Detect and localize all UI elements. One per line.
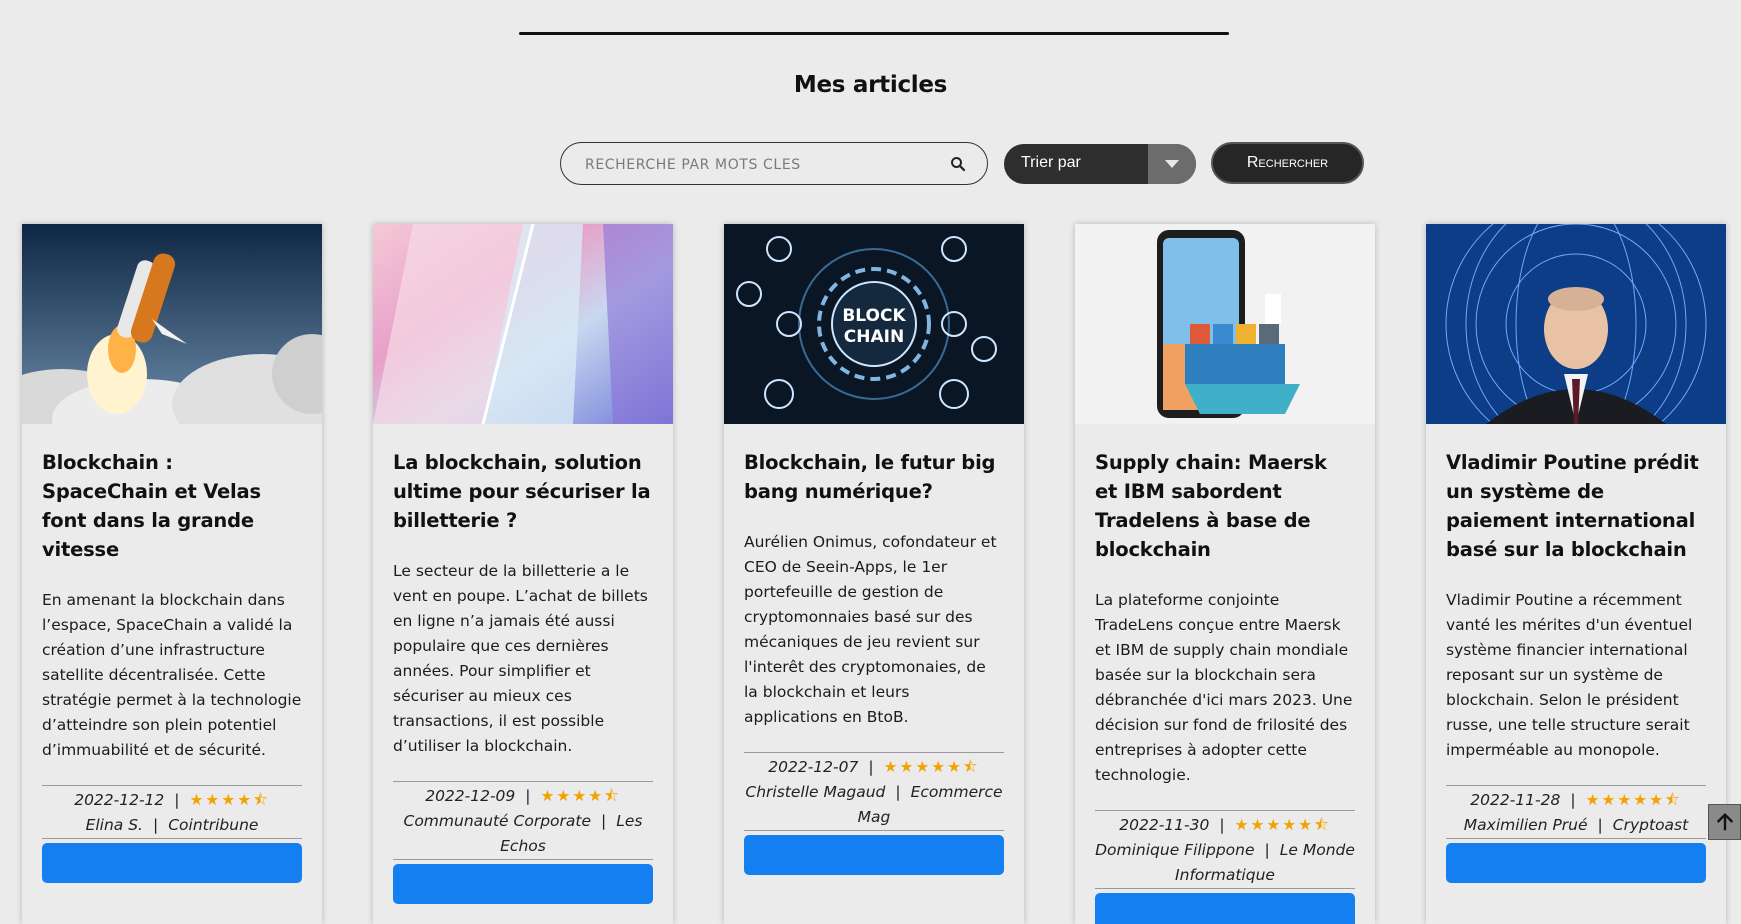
article-title[interactable]: Blockchain, le futur big bang numérique? [744,448,1004,506]
article-card[interactable]: Vladimir Poutine prédit un système de pa… [1426,224,1726,924]
rating-stars-icon: ★★★★⯪ [540,787,621,805]
search-bar: Trier par Rechercher [0,142,1741,188]
article-excerpt: En amenant la blockchain dans l’espace, … [42,591,302,759]
search-input[interactable] [583,143,927,186]
page-title: Mes articles [793,72,948,98]
read-article-button[interactable] [42,843,302,883]
scroll-to-top-button[interactable] [1708,804,1741,840]
rating-stars-icon: ★★★★★⯪ [883,758,980,776]
article-title[interactable]: Vladimir Poutine prédit un système de pa… [1446,448,1706,564]
article-card[interactable]: Supply chain: Maersk et IBM sabordent Tr… [1075,224,1375,924]
read-article-button[interactable] [393,864,653,904]
article-excerpt: La plateforme conjointe TradeLens conçue… [1095,591,1353,784]
sort-dropdown-toggle[interactable] [1148,144,1196,184]
rocket-launch-image [22,224,322,424]
read-article-button[interactable] [1446,843,1706,883]
article-meta: 2022-12-12 | ★★★★⯪ Elina S. | Cointribune [42,785,302,839]
article-excerpt: Vladimir Poutine a récemment vanté les m… [1446,591,1693,759]
sort-label: Trier par [1021,154,1081,171]
article-meta: 2022-12-09 | ★★★★⯪ Communauté Corporate | Le… [393,781,653,860]
block-chain-image: BLOCK CHAIN [724,224,1024,424]
article-meta: 2022-12-07 | ★★★★★⯪ Christelle Magaud | Ecom… [744,752,1004,831]
read-article-button[interactable] [1095,893,1355,924]
article-author: Communauté Corporate [403,812,592,830]
read-article-button[interactable] [744,835,1004,875]
article-date: 2022-12-09 [425,787,516,805]
article-date: 2022-11-30 [1119,816,1210,834]
article-card[interactable]: BLOCK CHAIN Blockchain, le futur big ban… [724,224,1024,924]
rating-stars-icon: ★★★★★⯪ [1585,791,1682,809]
article-date: 2022-11-28 [1470,791,1561,809]
rating-stars-icon: ★★★★★⯪ [1234,816,1331,834]
sort-select[interactable]: Trier par [1004,144,1196,184]
article-date: 2022-12-12 [74,791,165,809]
poutine-network-image [1426,224,1726,424]
article-card[interactable]: Blockchain : SpaceChain et Velas font da… [22,224,322,924]
article-source: Cryptoast [1612,816,1689,834]
article-date: 2022-12-07 [768,758,859,776]
article-source: Cointribune [168,816,259,834]
phone-cargo-ship-image [1075,224,1375,424]
article-excerpt: Aurélien Onimus, cofondateur et CEO de S… [744,533,997,726]
chevron-down-icon [1165,160,1179,168]
article-card[interactable]: La blockchain, solution ultime pour sécu… [373,224,673,924]
article-author: Elina S. [85,816,143,834]
top-divider [519,32,1229,35]
image-caption-chain: CHAIN [844,327,904,347]
article-title[interactable]: Blockchain : SpaceChain et Velas font da… [42,448,302,564]
search-icon[interactable] [949,155,967,173]
rating-stars-icon: ★★★★⯪ [189,791,270,809]
search-box [560,142,988,186]
arrow-up-icon [1716,812,1734,831]
article-author: Christelle Magaud [745,783,886,801]
search-button[interactable]: Rechercher [1211,142,1364,184]
glass-prism-image [373,224,673,424]
image-caption-block: BLOCK [842,306,906,326]
article-meta: 2022-11-28 | ★★★★★⯪ Maximilien Prué | Crypto… [1446,785,1706,839]
article-excerpt: Le secteur de la billetterie a le vent e… [393,562,648,755]
article-author: Maximilien Prué [1463,816,1588,834]
article-title[interactable]: Supply chain: Maersk et IBM sabordent Tr… [1095,448,1355,564]
article-meta: 2022-11-30 | ★★★★★⯪ Dominique Filippone | Le… [1095,810,1355,889]
article-title[interactable]: La blockchain, solution ultime pour sécu… [393,448,653,535]
article-author: Dominique Filippone [1095,841,1255,859]
